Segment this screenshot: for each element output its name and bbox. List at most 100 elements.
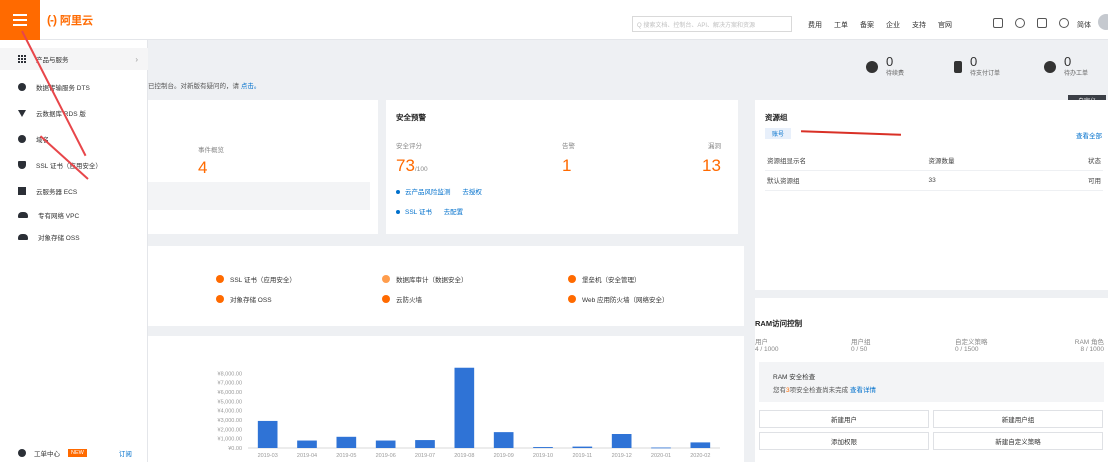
storage-icon bbox=[216, 295, 224, 303]
sidebar-item-rds[interactable]: 云数据库 RDS 版 bbox=[0, 102, 148, 124]
help-icon[interactable] bbox=[1059, 18, 1069, 28]
new-policy-button[interactable]: 新建自定义策略 bbox=[933, 432, 1103, 450]
cloud-icon bbox=[18, 212, 28, 218]
bar bbox=[257, 420, 278, 448]
terminal-icon[interactable] bbox=[993, 18, 1003, 28]
sidebar-footer[interactable]: 工单中心 NEW 订阅 bbox=[0, 444, 148, 462]
ram-stat-policies[interactable]: 自定义策略 0 / 1500 bbox=[955, 336, 988, 353]
sidebar-item-vpc[interactable]: 专有网络 VPC bbox=[0, 204, 148, 226]
service-firewall[interactable]: 云防火墙 bbox=[382, 294, 422, 304]
x-tick-label: 2019-03 bbox=[258, 453, 278, 459]
bar bbox=[572, 446, 593, 448]
bullet-icon bbox=[396, 190, 400, 194]
sidebar-item-dts[interactable]: 数据传输服务 DTS bbox=[0, 76, 148, 98]
search-input[interactable]: Q 搜索文档、控制台、API、解决方案和资源 bbox=[632, 16, 792, 32]
avatar[interactable] bbox=[1098, 14, 1108, 30]
sidebar-item-label: 专有网络 VPC bbox=[38, 213, 80, 220]
header-cell: 资源数量 bbox=[926, 150, 1040, 171]
counter-label: 待支付订单 bbox=[970, 71, 1001, 77]
configure-link[interactable]: 去配置 bbox=[444, 209, 464, 216]
service-bastion[interactable]: 堡垒机（安全管理） bbox=[568, 274, 641, 284]
storage-icon bbox=[18, 234, 28, 240]
security-link-risk: 云产品风险监测 去授权 bbox=[396, 186, 482, 196]
stat-label: 用户组 bbox=[851, 339, 871, 346]
stat-value: 0 / 1500 bbox=[955, 346, 979, 353]
sidebar-footer-label: 工单中心 bbox=[34, 451, 60, 458]
counter-orders[interactable]: 0 待支付订单 bbox=[954, 54, 1001, 77]
nav-record[interactable]: 备案 bbox=[860, 20, 874, 30]
service-ssl[interactable]: SSL 证书（应用安全） bbox=[216, 274, 296, 284]
bar bbox=[375, 440, 396, 448]
vuln-value[interactable]: 13 bbox=[702, 156, 721, 176]
x-tick-label: 2020-01 bbox=[651, 453, 671, 459]
stat-label: 自定义策略 bbox=[955, 339, 988, 346]
bar bbox=[415, 440, 435, 448]
service-oss[interactable]: 对象存储 OSS bbox=[216, 294, 272, 304]
cost-bar-chart: ¥8,000.00 ¥7,000.00 ¥6,000.00 ¥5,000.00 ¥4,0… bbox=[218, 367, 720, 459]
y-tick-label: ¥5,000.00 bbox=[218, 399, 242, 405]
new-user-button[interactable]: 新建用户 bbox=[759, 410, 929, 428]
ram-stat-groups[interactable]: 用户组 0 / 50 bbox=[851, 336, 871, 353]
services-card: SSL 证书（应用安全） 数据库审计（数据安全） 堡垒机（安全管理） 对象存储 … bbox=[148, 246, 744, 326]
bar bbox=[493, 432, 514, 448]
sidebar-item-ecs[interactable]: 云服务器 ECS bbox=[0, 180, 148, 202]
ram-stat-roles[interactable]: RAM 角色 8 / 1000 bbox=[1075, 336, 1104, 353]
alert-label: 告警 bbox=[562, 143, 575, 150]
logo-text: 阿里云 bbox=[60, 15, 93, 27]
stat-value: 8 / 1000 bbox=[1080, 346, 1105, 353]
x-tick-label: 2019-12 bbox=[612, 453, 632, 459]
x-tick-label: 2020-02 bbox=[690, 453, 710, 459]
header-cell: 资源组显示名 bbox=[765, 150, 927, 171]
subscribe-link[interactable]: 订阅 bbox=[119, 448, 132, 458]
bell-icon[interactable] bbox=[1015, 18, 1025, 28]
counter-tickets[interactable]: 0 待办工单 bbox=[1044, 54, 1088, 77]
cart-icon[interactable] bbox=[1037, 18, 1047, 28]
ram-title: RAM访问控制 bbox=[755, 319, 803, 328]
security-link-ssl: SSL 证书 去配置 bbox=[396, 206, 463, 216]
new-group-button[interactable]: 新建用户组 bbox=[933, 410, 1103, 428]
link-label: SSL 证书 bbox=[405, 209, 432, 216]
stat-value: 4 / 1000 bbox=[755, 346, 779, 353]
counter-value: 0 bbox=[1064, 54, 1072, 69]
x-tick-label: 2019-11 bbox=[572, 453, 592, 459]
bastion-icon bbox=[568, 275, 576, 283]
nav-enterprise[interactable]: 企业 bbox=[886, 20, 900, 30]
score[interactable]: 73/100 bbox=[396, 156, 428, 176]
counter-value: 0 bbox=[970, 54, 978, 69]
search-placeholder: Q 搜索文档、控制台、API、解决方案和资源 bbox=[637, 22, 756, 29]
service-label: 云防火墙 bbox=[396, 297, 422, 304]
bar bbox=[533, 447, 553, 448]
y-tick-label: ¥0.00 bbox=[228, 446, 242, 452]
overview-value[interactable]: 4 bbox=[198, 158, 207, 178]
stat-label: RAM 角色 bbox=[1074, 339, 1104, 346]
sidebar-item-label: 产品与服务 bbox=[36, 57, 69, 64]
counter-label: 待续费 bbox=[886, 71, 905, 77]
service-db-audit[interactable]: 数据库审计（数据安全） bbox=[382, 274, 468, 284]
sidebar-item-label: 云服务器 ECS bbox=[36, 189, 78, 196]
menu-icon[interactable] bbox=[0, 0, 40, 40]
sidebar-item-products[interactable]: 产品与服务 › bbox=[0, 48, 148, 70]
table-row[interactable]: 默认资源组 33 可用 bbox=[765, 170, 1103, 191]
ticket-icon bbox=[18, 449, 26, 457]
counter-renew[interactable]: 0 待续费 bbox=[866, 55, 905, 77]
check-details-link[interactable]: 查看详情 bbox=[850, 387, 876, 394]
logo[interactable]: (-) 阿里云 bbox=[47, 12, 93, 28]
account-tab[interactable]: 账号 bbox=[765, 128, 791, 139]
alert-value[interactable]: 1 bbox=[562, 156, 571, 176]
ram-stat-users[interactable]: 用户 4 / 1000 bbox=[755, 336, 779, 353]
y-tick-label: ¥7,000.00 bbox=[218, 381, 242, 387]
authorize-link[interactable]: 去授权 bbox=[462, 189, 482, 196]
service-waf[interactable]: Web 应用防火墙（网络安全） bbox=[568, 294, 669, 304]
sidebar-item-oss[interactable]: 对象存储 OSS bbox=[0, 226, 148, 248]
nav-support[interactable]: 支持 bbox=[912, 20, 926, 30]
resource-group-title: 资源组 bbox=[765, 113, 788, 122]
nav-official[interactable]: 官网 bbox=[938, 20, 952, 30]
view-all-link[interactable]: 查看全部 bbox=[1076, 130, 1102, 140]
language-switch[interactable]: 简体 bbox=[1077, 20, 1091, 30]
nav-ticket[interactable]: 工单 bbox=[834, 20, 848, 30]
grid-icon bbox=[18, 55, 26, 63]
audit-icon bbox=[382, 275, 390, 283]
notice-link[interactable]: 点击。 bbox=[241, 83, 261, 90]
nav-fee[interactable]: 费用 bbox=[808, 20, 822, 30]
add-permission-button[interactable]: 添加权限 bbox=[759, 432, 929, 450]
